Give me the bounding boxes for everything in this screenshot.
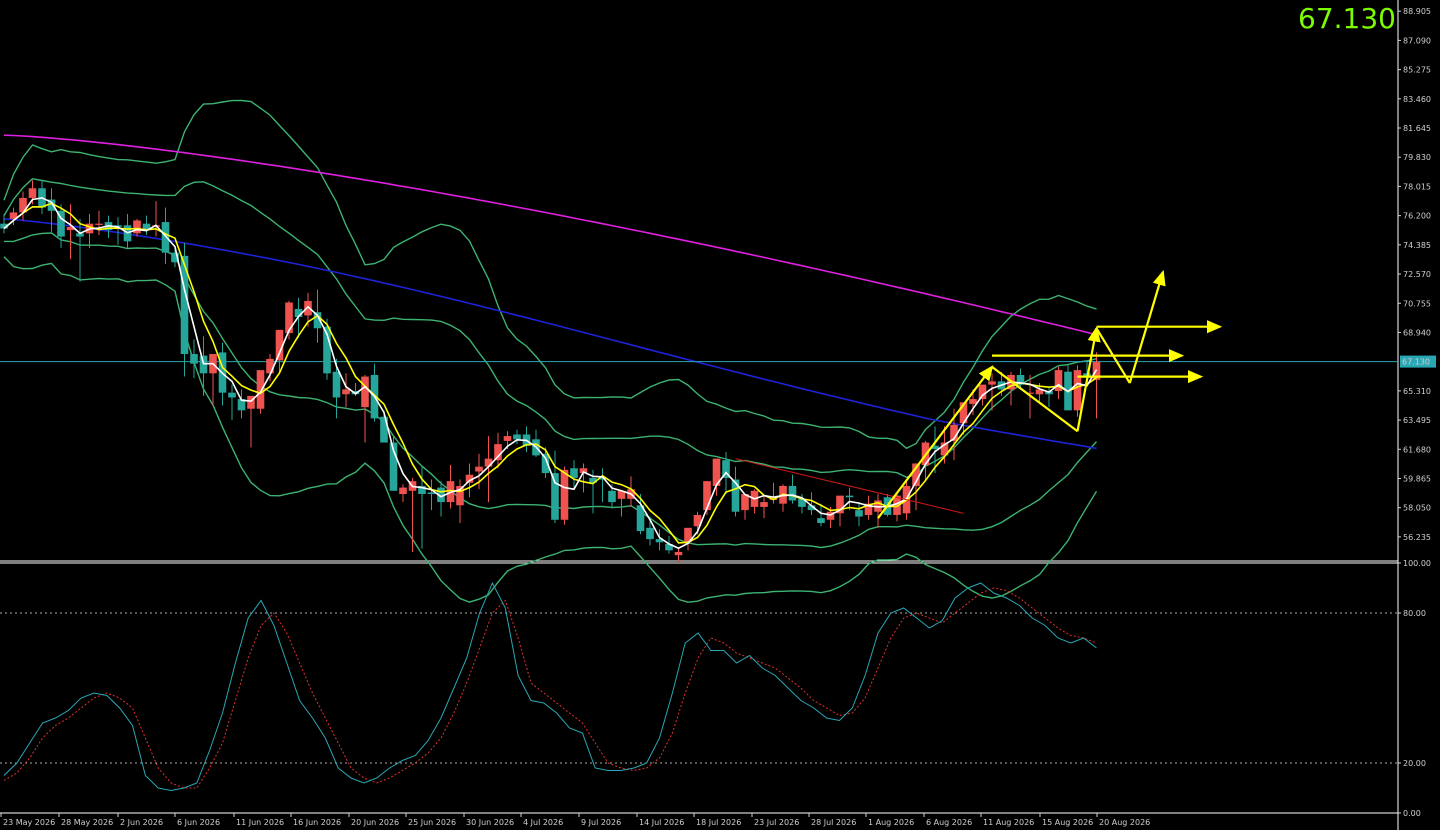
- price-tick-label: 56.235: [1403, 533, 1431, 542]
- price-tick-label: 70.755: [1403, 299, 1431, 308]
- candle-body: [760, 502, 768, 507]
- candle-body: [494, 444, 502, 461]
- date-tick-label: 2 Jun 2026: [120, 818, 163, 827]
- date-tick-label: 4 Jul 2026: [523, 818, 563, 827]
- bb-inner-lower: [4, 232, 1098, 549]
- date-tick-label: 28 May 2026: [61, 818, 113, 827]
- stoch-k-line: [3, 581, 1097, 792]
- date-tick-label: 16 Jun 2026: [293, 818, 341, 827]
- osc-tick-label: 100.00: [1403, 559, 1431, 568]
- ma-mid-line: [3, 202, 1097, 544]
- date-tick-label: 28 Jul 2026: [811, 818, 856, 827]
- candle-body: [845, 495, 854, 498]
- candle-body: [161, 222, 170, 253]
- price-tick-label: 79.830: [1403, 153, 1431, 162]
- candle-body: [133, 220, 141, 234]
- price-tick-label: 83.460: [1403, 95, 1431, 104]
- price-tick-label: 61.680: [1403, 445, 1431, 454]
- price-tick-label: 78.015: [1403, 182, 1431, 191]
- candle-body: [988, 381, 996, 385]
- ma-100-line: [3, 218, 1097, 450]
- date-tick-label: 1 Aug 2026: [868, 818, 914, 827]
- candle-body: [788, 485, 797, 501]
- candle-body: [503, 436, 512, 441]
- candle-body: [28, 188, 37, 198]
- candle-body: [855, 510, 863, 517]
- date-tick-label: 23 May 2026: [3, 818, 55, 827]
- date-tick-label: 9 Jul 2026: [581, 818, 621, 827]
- price-tick-label: 74.385: [1403, 241, 1431, 250]
- candle-body: [190, 354, 198, 364]
- candle-body: [969, 399, 977, 404]
- price-tick-label: 65.310: [1403, 387, 1431, 396]
- date-tick-label: 23 Jul 2026: [754, 818, 799, 827]
- candle-body: [361, 376, 369, 408]
- candle-body: [256, 370, 265, 409]
- candle-body: [731, 479, 740, 512]
- candle-body: [817, 518, 825, 523]
- price-tick-label: 72.570: [1403, 270, 1431, 279]
- bb-outer-lower: [3, 256, 1098, 603]
- price-tick-label: 85.275: [1403, 66, 1431, 75]
- price-tick-label: 88.905: [1403, 7, 1431, 16]
- candle-body: [551, 473, 559, 520]
- date-tick-label: 11 Jun 2026: [236, 818, 284, 827]
- candle-body: [95, 223, 103, 225]
- date-tick-label: 6 Aug 2026: [926, 818, 972, 827]
- candle-body: [332, 371, 341, 398]
- price-chart[interactable]: 88.905 87.090 85.275 83.460 81.645 79.830 78.0…: [0, 0, 1440, 830]
- candle-body: [427, 492, 436, 495]
- candle-body: [703, 481, 711, 511]
- candle-body: [228, 392, 236, 398]
- candle-body: [608, 490, 616, 503]
- current-price-tag-label: 67.130: [1402, 358, 1430, 367]
- candle-body: [342, 389, 350, 395]
- candle-body: [513, 434, 521, 440]
- bb-outer-upper: [3, 99, 1097, 450]
- date-tick-label: 25 Jun 2026: [408, 818, 456, 827]
- date-tick-label: 20 Aug 2026: [1099, 818, 1150, 827]
- candle-body: [674, 551, 683, 556]
- date-tick-label: 6 Jun 2026: [177, 818, 220, 827]
- candle-body: [560, 469, 569, 520]
- date-tick-label: 15 Aug 2026: [1042, 818, 1093, 827]
- osc-tick-label: 20.00: [1403, 759, 1426, 768]
- candle-body: [646, 527, 654, 540]
- candle-body: [399, 487, 407, 495]
- date-tick-label: 18 Jul 2026: [696, 818, 741, 827]
- date-tick-label: 14 Jul 2026: [639, 818, 684, 827]
- osc-tick-label: 80.00: [1403, 609, 1426, 618]
- candle-body: [285, 302, 293, 334]
- stoch-d-line: [3, 587, 1097, 789]
- price-tick-label: 59.865: [1403, 474, 1431, 483]
- price-tick-label: 81.645: [1403, 124, 1431, 133]
- price-tick-label: 58.050: [1403, 504, 1431, 513]
- candle-body: [978, 384, 987, 400]
- price-tick-label: 68.940: [1403, 328, 1431, 337]
- date-tick-label: 30 Jun 2026: [466, 818, 514, 827]
- price-tick-label: 76.200: [1403, 212, 1431, 221]
- date-tick-label: 11 Aug 2026: [983, 818, 1034, 827]
- candle-body: [475, 466, 483, 472]
- annotation-arrow-up-1: [877, 365, 994, 519]
- price-tick-label: 63.495: [1403, 416, 1431, 425]
- candle-body: [484, 458, 493, 467]
- osc-tick-label: 0.00: [1403, 809, 1421, 818]
- date-tick-label: 20 Jun 2026: [351, 818, 399, 827]
- candle-body: [266, 358, 274, 374]
- price-tick-label: 87.090: [1403, 36, 1431, 45]
